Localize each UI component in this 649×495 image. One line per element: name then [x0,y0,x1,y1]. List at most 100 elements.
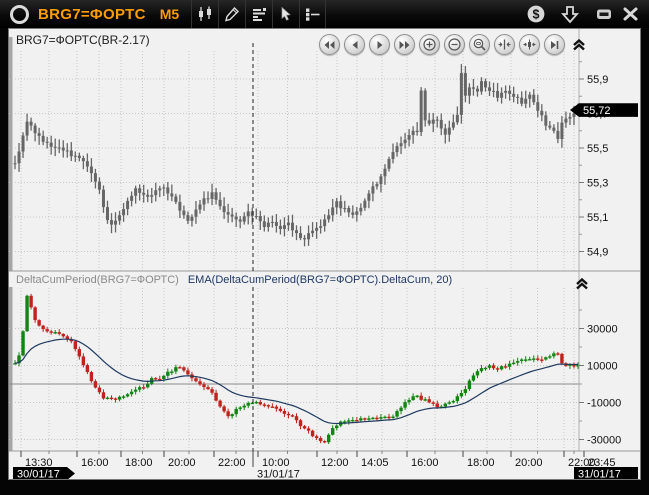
delta-candle [222,406,225,411]
delta-candle [460,393,463,396]
delta-candle [355,420,358,421]
volume-profile-button[interactable] [245,0,272,28]
time-axis-label: 18:00 [467,457,495,469]
delta-candle [399,408,402,411]
cursor-button[interactable] [272,0,299,28]
delta-candle [327,435,330,442]
window-buttons: $ [523,0,643,28]
price-bar-body [231,215,234,217]
minimize-icon [595,6,613,22]
price-bar-body [50,143,53,147]
price-bar-body [150,195,153,197]
price-bar-body [412,131,415,135]
price-bar-body [190,217,193,221]
delta-candle [379,417,382,419]
price-bar-body [456,115,459,123]
price-bar-body [424,91,427,121]
delta-candle [335,426,338,429]
price-bar-body [86,161,89,166]
zoom-in-button[interactable] [419,34,440,55]
ema-label[interactable]: EMA(DeltaCumPeriod(BRG7=ФОРТС).DeltaCum,… [188,274,452,286]
delta-candle [391,417,394,418]
delta-candle [323,441,326,442]
delta-candle [287,414,290,415]
delta-candle [315,436,318,438]
levels-button[interactable] [299,0,326,28]
delta-candle [170,372,173,373]
price-bar-body [46,142,49,143]
price-axis-label: 55,3 [587,178,608,190]
delta-candle [415,396,418,397]
delta-candle [504,366,507,367]
delta-candle [206,387,209,389]
delta-candle [138,387,141,389]
price-series-label[interactable]: BRG7=ФОРТС(BR-2.17) [16,33,150,47]
delta-candle [371,418,374,419]
currency-button[interactable]: $ [523,0,549,28]
delta-candle [202,384,205,387]
go-end-icon [550,40,560,50]
delta-candle [295,416,298,420]
candlestick-style-button[interactable] [191,0,218,28]
price-bar-body [351,212,354,214]
price-bar-body [335,201,338,207]
price-bar-body [420,91,423,132]
chart-canvas[interactable]: 55,955,755,555,355,154,93000010000-10000… [9,29,640,479]
chart-area: 55,955,755,555,355,154,93000010000-10000… [8,28,641,480]
minimize-button[interactable] [591,0,617,28]
price-bar-body [154,190,157,195]
delta-candle [560,354,563,363]
price-bar-body [126,201,129,209]
right-icon [376,40,384,50]
zoom-region-button[interactable] [469,34,490,55]
delta-candle [271,407,274,408]
close-button[interactable] [617,0,643,28]
chart-toolbar [191,0,326,28]
price-bar-body [166,187,169,193]
price-bar-body [178,202,181,211]
time-axis-label: 16:00 [411,457,439,469]
price-bar-body [564,119,567,123]
zoom-out-button[interactable] [444,34,465,55]
export-button[interactable] [557,0,583,28]
price-bar-body [239,220,242,222]
price-bar-body [472,87,475,88]
price-bar-body [452,122,455,127]
bar-width-icon [523,39,536,50]
price-bar-body [524,99,527,104]
indicator-label[interactable]: DeltaCumPeriod(BRG7=ФОРТС) [16,274,179,286]
price-bar-body [259,216,262,221]
compress-bars-button[interactable] [494,34,515,55]
titlebar: BRG7=ФОРТС M5 [0,0,649,28]
price-bar-body [162,187,165,188]
draw-pencil-button[interactable] [218,0,245,28]
indicator-axis-label: 30000 [587,323,618,335]
date-right-label: 31/01/17 [578,469,621,480]
indicator-axis-label: 10000 [587,360,618,372]
delta-candle [548,356,551,357]
price-bar-body [343,208,346,209]
bar-width-button[interactable] [519,34,540,55]
delta-candle [492,365,495,368]
go-to-end-button[interactable] [544,34,565,55]
scroll-fast-left-button[interactable] [319,34,340,55]
price-bar-body [295,230,298,233]
delta-candle [178,367,181,368]
delta-candle [78,349,81,356]
delta-candle [146,384,149,388]
delta-candle [283,411,286,414]
price-bar-body [58,148,61,149]
price-bar-body [512,94,515,97]
collapse-price-panel-button[interactable] [571,37,586,52]
current-price-label: 55,72 [583,105,611,117]
price-bar-body [110,220,113,225]
scroll-fast-right-button[interactable] [394,34,415,55]
price-bar-body [363,201,366,208]
scroll-right-button[interactable] [369,34,390,55]
price-bar-body [540,111,543,115]
candlestick-style-icon [197,6,214,22]
delta-candle [436,403,439,407]
scroll-left-button[interactable] [344,34,365,55]
price-bar-body [138,188,141,193]
collapse-indicator-panel-button[interactable] [575,277,590,292]
